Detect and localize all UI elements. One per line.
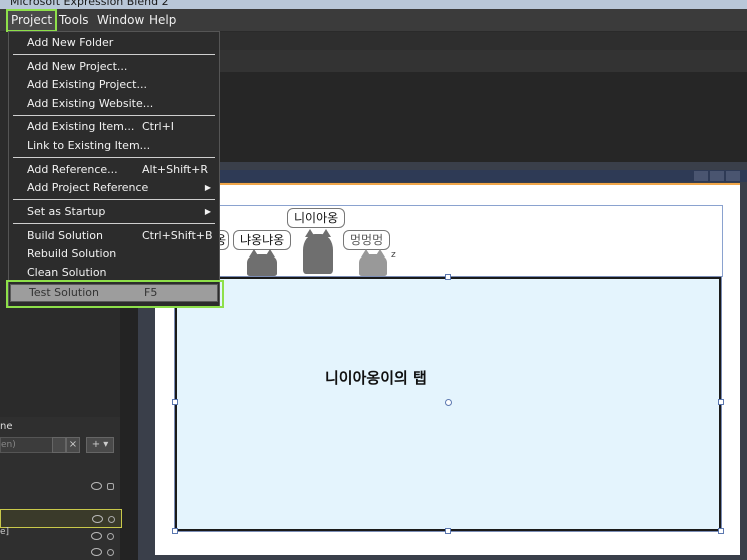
close-icon[interactable]: × xyxy=(66,437,80,453)
center-handle[interactable] xyxy=(445,399,452,406)
artboard-view-button[interactable] xyxy=(726,171,740,181)
menu-tools[interactable]: Tools xyxy=(56,12,92,28)
artboard-view-button[interactable] xyxy=(710,171,724,181)
menu-item-add-reference[interactable]: Add Reference... Alt+Shift+R xyxy=(9,161,219,179)
sleep-z-text: z xyxy=(391,250,396,260)
menu-separator xyxy=(13,223,215,224)
list-item[interactable]: e] xyxy=(0,527,120,544)
content-title: 니이아옹이의 탭 xyxy=(325,369,427,387)
menu-project[interactable]: Project xyxy=(6,9,58,32)
menu-item-build-solution[interactable]: Build Solution Ctrl+Shift+B xyxy=(9,227,219,245)
artboard-header xyxy=(148,170,747,182)
window-title: Microsoft Expression Blend 2 xyxy=(10,0,169,8)
submenu-arrow-icon: ▶ xyxy=(204,207,211,216)
tab-strip[interactable]: 옹 냐옹냐옹 니이아옹 멍멍멍 z xyxy=(210,205,723,277)
lock-dot-icon[interactable] xyxy=(108,516,115,523)
window-titlebar: Microsoft Expression Blend 2 xyxy=(0,0,747,9)
eye-icon[interactable] xyxy=(91,532,102,540)
lock-dot-icon[interactable] xyxy=(107,533,114,540)
workspace-background xyxy=(218,72,747,162)
eye-icon[interactable] xyxy=(91,482,102,490)
tab-item-3[interactable]: 멍멍멍 xyxy=(343,230,391,250)
sleeping-cat-icon xyxy=(359,249,387,276)
list-item-label: e] xyxy=(0,527,10,537)
resize-handle-right[interactable] xyxy=(718,399,724,405)
search-clear-button[interactable] xyxy=(52,437,66,453)
resize-handle-br[interactable] xyxy=(718,528,724,534)
eye-icon[interactable] xyxy=(91,548,102,556)
resize-handle-left[interactable] xyxy=(172,399,178,405)
resize-handle-top[interactable] xyxy=(445,274,451,280)
menu-item-add-project-reference[interactable]: Add Project Reference ▶ xyxy=(9,179,219,197)
cat-grin-icon xyxy=(303,229,333,274)
menu-help[interactable]: Help xyxy=(146,12,179,28)
add-button[interactable]: + ▾ xyxy=(86,437,114,453)
resize-handle-bl[interactable] xyxy=(172,528,178,534)
objects-panel: ne en) × + ▾ e] xyxy=(0,417,122,560)
menu-window[interactable]: Window xyxy=(94,12,147,28)
menu-item-add-existing-item[interactable]: Add Existing Item... Ctrl+I xyxy=(9,118,219,136)
menu-item-link-existing-item[interactable]: Link to Existing Item... xyxy=(9,137,219,155)
menu-separator xyxy=(13,54,215,55)
menu-item-add-existing-website[interactable]: Add Existing Website... xyxy=(9,95,219,113)
objects-panel-header: ne xyxy=(0,421,13,432)
tab-item-2[interactable]: 니이아옹 xyxy=(287,208,346,228)
list-item-selected[interactable] xyxy=(0,509,122,528)
menu-item-set-as-startup[interactable]: Set as Startup ▶ xyxy=(9,203,219,221)
menu-separator xyxy=(13,115,215,116)
project-menu-dropdown: Add New Folder Add New Project... Add Ex… xyxy=(8,31,220,308)
menu-separator xyxy=(13,157,215,158)
tab-content-area[interactable]: 니이아옹이의 탭 xyxy=(172,274,724,534)
eye-icon[interactable] xyxy=(92,515,103,523)
resize-handle-bottom[interactable] xyxy=(445,528,451,534)
highlight-test-solution: Test Solution F5 xyxy=(6,280,224,308)
list-item[interactable] xyxy=(0,477,120,494)
submenu-arrow-icon: ▶ xyxy=(204,183,211,192)
menu-item-add-existing-project[interactable]: Add Existing Project... xyxy=(9,76,219,94)
menu-item-rebuild-solution[interactable]: Rebuild Solution xyxy=(9,245,219,263)
menu-item-add-new-project[interactable]: Add New Project... xyxy=(9,58,219,76)
menu-separator xyxy=(13,199,215,200)
lock-icon[interactable] xyxy=(107,483,114,490)
artboard-view-button[interactable] xyxy=(694,171,708,181)
tab-item-1[interactable]: 냐옹냐옹 xyxy=(233,230,292,250)
menu-item-add-new-folder[interactable]: Add New Folder xyxy=(9,34,219,52)
list-item[interactable] xyxy=(0,543,120,560)
cat-icon xyxy=(247,249,277,276)
menubar: Project Tools Window Help xyxy=(0,9,747,32)
document-tabbar xyxy=(218,50,747,73)
menu-item-test-solution[interactable]: Test Solution F5 xyxy=(10,284,218,302)
lock-dot-icon[interactable] xyxy=(107,549,114,556)
